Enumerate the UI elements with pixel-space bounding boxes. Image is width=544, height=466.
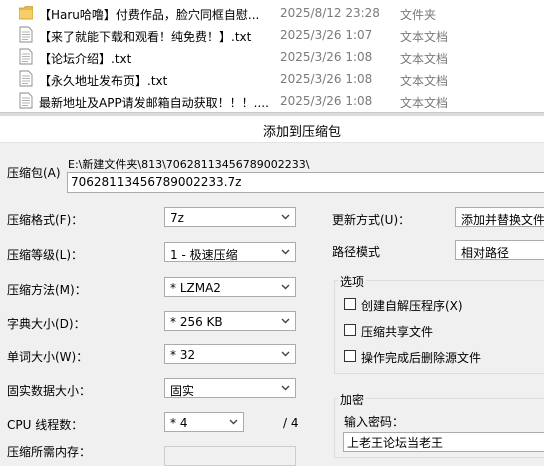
update-select[interactable]: 添加并替换文件 <box>455 207 544 227</box>
file-type: 文本文档 <box>400 30 449 44</box>
path-mode-value: 相对路径 <box>461 246 510 260</box>
shared-files-checkbox[interactable] <box>344 324 356 336</box>
format-value: 7z <box>170 211 184 225</box>
dialog-title-bar[interactable]: 添加到压缩包 <box>0 116 544 143</box>
file-name: 【论坛介绍】.txt <box>39 52 132 66</box>
text-file-icon <box>19 92 33 109</box>
threads-label: CPU 线程数： <box>7 418 84 432</box>
file-row[interactable]: 【Haru哈噜】付费作品，脸穴同框自慰... 2025/8/12 23:28 文… <box>0 2 544 24</box>
file-name: 【永久地址发布页】.txt <box>39 74 168 88</box>
shared-files-label: 压缩共享文件 <box>361 325 434 339</box>
dict-select[interactable]: * 256 KB <box>164 311 296 331</box>
encryption-title: 加密 <box>338 391 367 408</box>
chevron-down-icon <box>229 419 238 425</box>
threads-total: / 4 <box>283 416 299 430</box>
sfx-checkbox[interactable] <box>344 298 356 310</box>
password-input[interactable] <box>347 435 540 449</box>
file-date: 2025/3/26 1:07 <box>280 28 373 42</box>
path-mode-label: 路径模式 <box>332 245 381 259</box>
method-value: * LZMA2 <box>170 281 221 295</box>
threads-select[interactable]: * 4 <box>164 412 244 432</box>
chevron-down-icon <box>281 284 290 290</box>
delete-after-checkbox[interactable] <box>344 350 356 362</box>
chevron-down-icon <box>281 249 290 255</box>
file-row[interactable]: 【来了就能下载和观看！纯免费！】.txt 2025/3/26 1:07 文本文档 <box>0 24 544 46</box>
chevron-down-icon <box>281 318 290 324</box>
solid-label: 固实数据大小： <box>7 384 92 398</box>
file-type: 文本文档 <box>400 96 449 110</box>
update-label: 更新方式(U)： <box>332 213 411 227</box>
file-date: 2025/8/12 23:28 <box>280 6 380 20</box>
file-type: 文件夹 <box>400 8 437 22</box>
dialog-title: 添加到压缩包 <box>263 125 342 140</box>
archive-label: 压缩包(A) <box>7 166 61 180</box>
file-list: 【Haru哈噜】付费作品，脸穴同框自慰... 2025/8/12 23:28 文… <box>0 0 544 112</box>
path-mode-select[interactable]: 相对路径 <box>455 240 544 260</box>
options-title: 选项 <box>338 273 367 290</box>
file-name: 【来了就能下载和观看！纯免费！】.txt <box>39 30 252 44</box>
file-type: 文本文档 <box>400 74 449 88</box>
archive-name-input[interactable] <box>71 175 526 189</box>
level-label: 压缩等级(L)： <box>7 248 84 262</box>
file-row[interactable]: 【永久地址发布页】.txt 2025/3/26 1:08 文本文档 <box>0 68 544 90</box>
archive-name-field[interactable] <box>67 172 544 193</box>
file-row[interactable]: 最新地址及APP请发邮箱自动获取！！！.... 2025/3/26 1:08 文… <box>0 90 544 112</box>
update-value: 添加并替换文件 <box>461 213 544 227</box>
chevron-down-icon <box>281 214 290 220</box>
level-value: 1 - 极速压缩 <box>170 248 238 262</box>
threads-value: * 4 <box>170 416 188 430</box>
password-field[interactable] <box>343 432 544 452</box>
sfx-label: 创建自解压程序(X) <box>361 299 463 313</box>
solid-value: 固实 <box>170 384 195 398</box>
word-select[interactable]: * 32 <box>164 344 296 364</box>
file-date: 2025/3/26 1:08 <box>280 94 373 108</box>
file-name: 【Haru哈噜】付费作品，脸穴同框自慰... <box>39 8 260 22</box>
password-label: 输入密码： <box>344 415 405 429</box>
file-date: 2025/3/26 1:08 <box>280 72 373 86</box>
text-file-icon <box>19 48 33 65</box>
format-select[interactable]: 7z <box>164 207 296 227</box>
chevron-down-icon <box>281 385 290 391</box>
memory-value-box <box>164 446 296 466</box>
delete-after-label: 操作完成后删除源文件 <box>361 351 482 365</box>
solid-select[interactable]: 固实 <box>164 378 296 398</box>
file-date: 2025/3/26 1:08 <box>280 50 373 64</box>
archive-path: E:\新建文件夹\813\70628113456789002233\ <box>68 158 310 171</box>
dict-label: 字典大小(D)： <box>7 317 86 331</box>
method-select[interactable]: * LZMA2 <box>164 277 296 297</box>
text-file-icon <box>19 26 33 43</box>
file-row[interactable]: 【论坛介绍】.txt 2025/3/26 1:08 文本文档 <box>0 46 544 68</box>
folder-icon <box>19 6 33 20</box>
level-select[interactable]: 1 - 极速压缩 <box>164 242 296 262</box>
file-type: 文本文档 <box>400 52 449 66</box>
word-value: * 32 <box>170 348 196 362</box>
method-label: 压缩方法(M)： <box>7 283 87 297</box>
file-name: 最新地址及APP请发邮箱自动获取！！！.... <box>39 96 269 110</box>
chevron-down-icon <box>281 351 290 357</box>
format-label: 压缩格式(F)： <box>7 213 84 227</box>
dict-value: * 256 KB <box>170 315 223 329</box>
memory-label: 压缩所需内存： <box>7 445 92 459</box>
text-file-icon <box>19 70 33 87</box>
word-label: 单词大小(W)： <box>7 350 89 364</box>
